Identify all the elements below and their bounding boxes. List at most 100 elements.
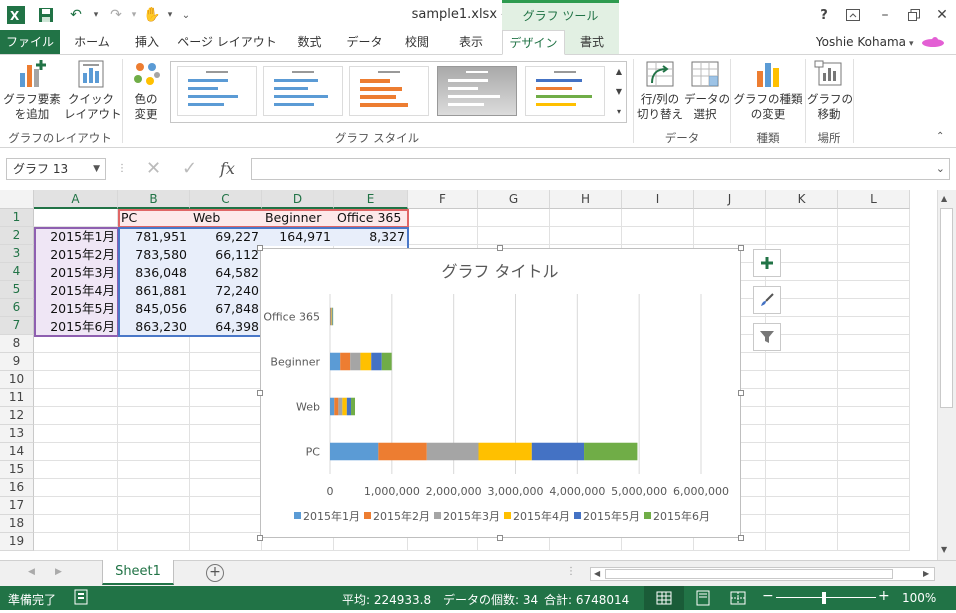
change-chart-type-button[interactable]: グラフの種類 の変更	[733, 59, 803, 122]
tab-file[interactable]: ファイル	[0, 30, 60, 54]
tab-insert[interactable]: 挿入	[122, 30, 172, 54]
vertical-scrollbar[interactable]: ▲ ▼	[937, 190, 956, 560]
row-header-12[interactable]: 12	[0, 407, 34, 425]
row-header-15[interactable]: 15	[0, 461, 34, 479]
column-header-e[interactable]: E	[334, 190, 408, 209]
chart-style-2[interactable]	[263, 66, 343, 116]
gallery-down-icon[interactable]: ▼	[612, 82, 626, 102]
cell-c1[interactable]: Web	[190, 209, 262, 227]
column-header-h[interactable]: H	[550, 190, 622, 209]
row-header-5[interactable]: 5	[0, 281, 34, 299]
zoom-slider-thumb[interactable]	[822, 592, 826, 604]
chart-elements-button[interactable]	[753, 249, 781, 277]
cell-b6[interactable]: 845,056	[118, 300, 190, 318]
row-header-6[interactable]: 6	[0, 299, 34, 317]
tab-split-grip-icon[interactable]: ⋮	[566, 566, 576, 577]
cell-a4[interactable]: 2015年3月	[34, 264, 118, 282]
chart-handle-br[interactable]	[738, 535, 744, 541]
macro-record-icon[interactable]	[74, 589, 88, 608]
cell-a2[interactable]: 2015年1月	[34, 228, 118, 246]
zoom-level[interactable]: 100%	[902, 591, 936, 605]
account-dropdown-icon[interactable]: ▾	[909, 39, 914, 49]
row-header-17[interactable]: 17	[0, 497, 34, 515]
column-header-j[interactable]: J	[694, 190, 766, 209]
cell-a6[interactable]: 2015年5月	[34, 300, 118, 318]
row-header-2[interactable]: 2	[0, 227, 34, 245]
tab-data[interactable]: データ	[337, 30, 392, 54]
chart-handle-tm[interactable]	[497, 245, 503, 251]
switch-row-column-button[interactable]: 行/列の 切り替え	[636, 59, 684, 122]
next-sheet-icon[interactable]: ▶	[55, 567, 62, 577]
row-header-11[interactable]: 11	[0, 389, 34, 407]
column-header-f[interactable]: F	[408, 190, 478, 209]
new-sheet-icon[interactable]: +	[206, 564, 224, 582]
page-layout-view-icon[interactable]	[695, 590, 711, 609]
name-box[interactable]: グラフ 13 ▼	[6, 158, 106, 180]
prev-sheet-icon[interactable]: ◀	[28, 567, 35, 577]
gallery-up-icon[interactable]: ▲	[612, 62, 626, 82]
tab-formulas[interactable]: 数式	[282, 30, 337, 54]
name-box-dropdown-icon[interactable]: ▼	[93, 159, 100, 179]
cell-c4[interactable]: 64,582	[190, 264, 262, 282]
cell-d1[interactable]: Beginner	[262, 209, 334, 227]
row-header-9[interactable]: 9	[0, 353, 34, 371]
minimize-icon[interactable]: –	[873, 4, 897, 26]
scroll-left-icon[interactable]: ◀	[594, 568, 600, 580]
column-header-c[interactable]: C	[190, 190, 262, 209]
row-header-16[interactable]: 16	[0, 479, 34, 497]
horizontal-scroll-thumb[interactable]	[605, 569, 893, 579]
cell-b2[interactable]: 781,951	[118, 228, 190, 246]
cancel-entry-icon[interactable]: ✕	[146, 158, 161, 180]
chart-style-3[interactable]	[349, 66, 429, 116]
column-header-d[interactable]: D	[262, 190, 334, 209]
close-icon[interactable]: ✕	[930, 4, 954, 26]
chart-style-1[interactable]	[177, 66, 257, 116]
user-avatar-icon[interactable]	[921, 36, 945, 51]
gallery-more-icon[interactable]: ▾	[612, 102, 626, 122]
tab-page-layout[interactable]: ページ レイアウト	[172, 30, 282, 54]
add-chart-element-button[interactable]: グラフ要素 を追加	[2, 59, 62, 122]
normal-view-button[interactable]	[644, 586, 684, 610]
cell-c3[interactable]: 66,112	[190, 246, 262, 264]
zoom-in-icon[interactable]: +	[878, 588, 890, 604]
scroll-right-icon[interactable]: ▶	[923, 568, 929, 580]
chart-style-5[interactable]	[525, 66, 605, 116]
cell-e2[interactable]: 8,327	[334, 228, 408, 246]
scroll-up-icon[interactable]: ▲	[941, 194, 947, 203]
move-chart-button[interactable]: グラフの 移動	[807, 59, 853, 122]
chart-style-4[interactable]	[437, 66, 517, 116]
select-all-corner[interactable]	[0, 190, 34, 209]
cell-c2[interactable]: 69,227	[190, 228, 262, 246]
column-header-l[interactable]: L	[838, 190, 910, 209]
restore-icon[interactable]	[902, 4, 926, 26]
vertical-scroll-thumb[interactable]	[940, 208, 953, 408]
column-header-g[interactable]: G	[478, 190, 550, 209]
chart-styles-button[interactable]	[753, 286, 781, 314]
change-colors-button[interactable]: 色の 変更	[124, 59, 168, 122]
zoom-out-icon[interactable]: −	[762, 588, 774, 604]
ribbon-display-options-icon[interactable]	[841, 4, 865, 26]
chart-handle-bm[interactable]	[497, 535, 503, 541]
help-button[interactable]: ?	[812, 4, 836, 26]
chart-area[interactable]: グラフ タイトル 0 1,000,000 2,000,000 3,000,000 4,00…	[260, 248, 741, 538]
cell-c6[interactable]: 67,848	[190, 300, 262, 318]
cell-a7[interactable]: 2015年6月	[34, 318, 118, 336]
cell-b7[interactable]: 863,230	[118, 318, 190, 336]
user-account-name[interactable]: Yoshie Kohama	[816, 35, 906, 49]
row-header-14[interactable]: 14	[0, 443, 34, 461]
chart-handle-bl[interactable]	[257, 535, 263, 541]
expand-formula-bar-icon[interactable]: ⌄	[936, 162, 945, 175]
column-header-k[interactable]: K	[766, 190, 838, 209]
cell-b4[interactable]: 836,048	[118, 264, 190, 282]
row-header-3[interactable]: 3	[0, 245, 34, 263]
cell-b1[interactable]: PC	[118, 209, 190, 227]
column-header-a[interactable]: A	[34, 190, 118, 209]
chart-handle-tl[interactable]	[257, 245, 263, 251]
cell-b5[interactable]: 861,881	[118, 282, 190, 300]
chart-handle-ml[interactable]	[257, 390, 263, 396]
cell-a5[interactable]: 2015年4月	[34, 282, 118, 300]
cell-c7[interactable]: 64,398	[190, 318, 262, 336]
row-header-19[interactable]: 19	[0, 533, 34, 551]
row-header-1[interactable]: 1	[0, 209, 34, 227]
row-header-13[interactable]: 13	[0, 425, 34, 443]
